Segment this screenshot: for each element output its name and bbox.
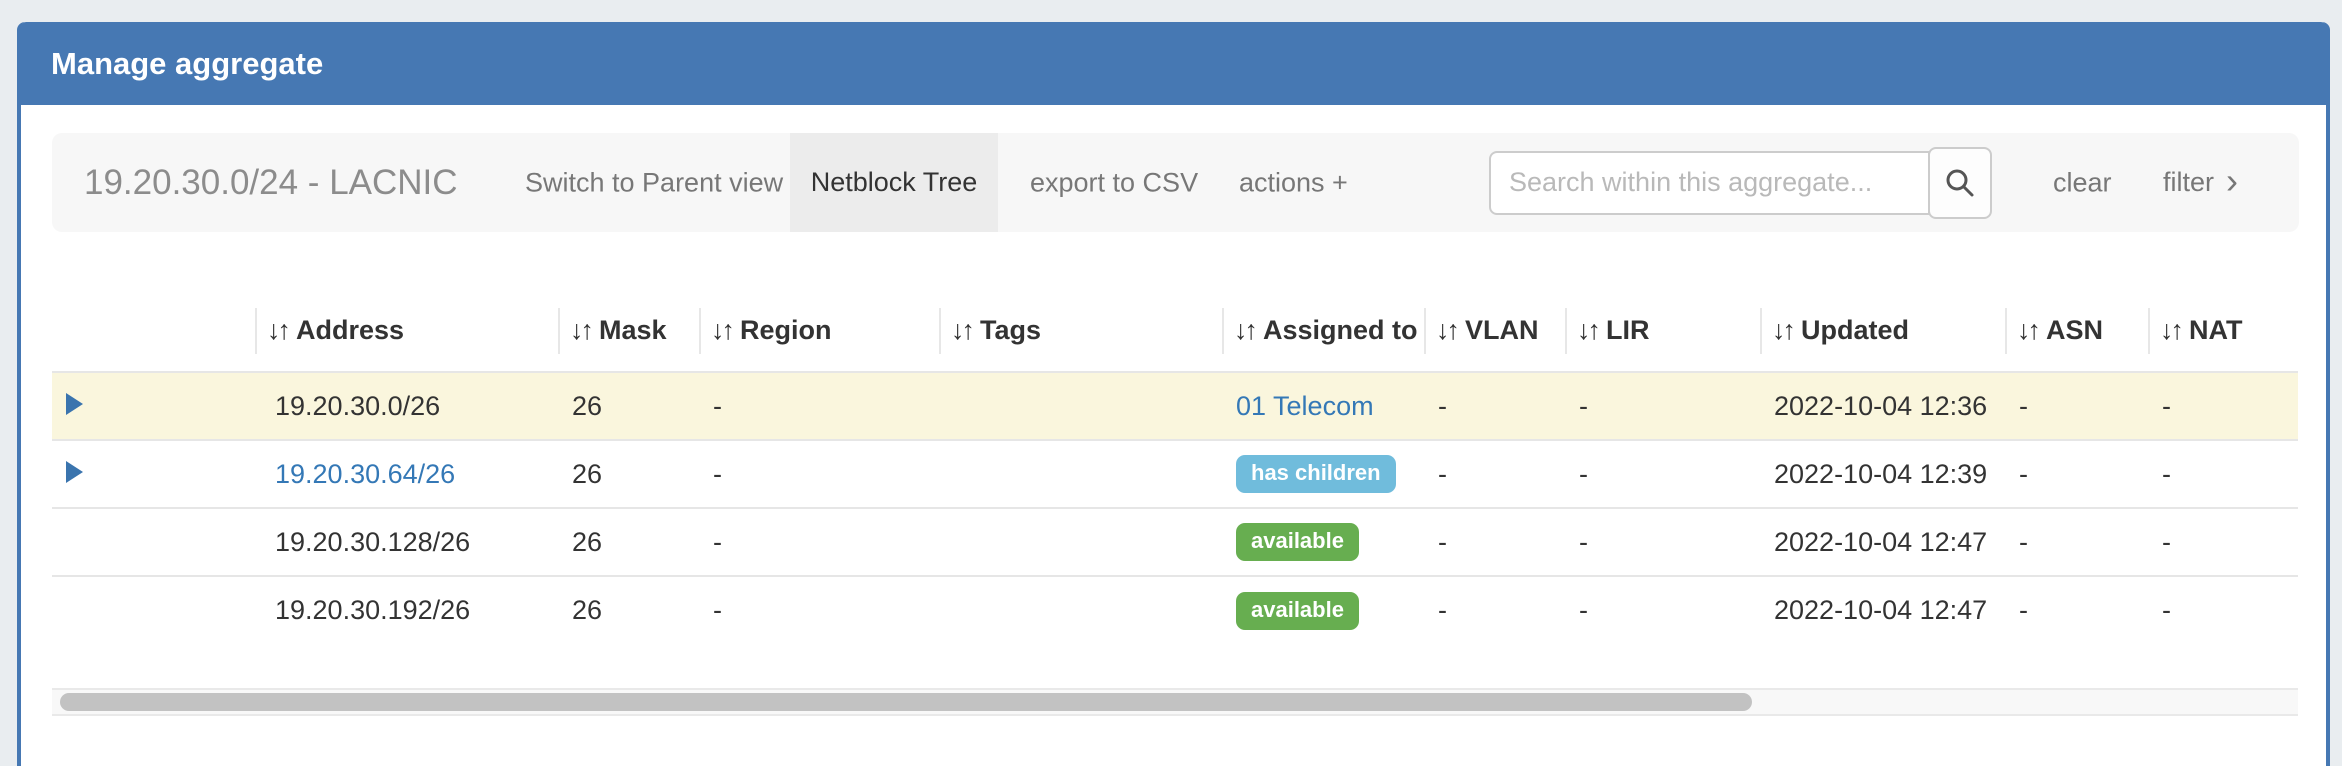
- toolbar: 19.20.30.0/24 - LACNIC Switch to Parent …: [52, 133, 2299, 232]
- cell-lir: -: [1565, 576, 1760, 644]
- column-header-updated[interactable]: ↓↑ Updated: [1760, 290, 2005, 372]
- search-group: [1489, 147, 1992, 219]
- column-header-nat[interactable]: ↓↑ NAT: [2148, 290, 2298, 372]
- expand-row-icon[interactable]: [66, 461, 83, 483]
- table-row: 19.20.30.192/26 26 - available - - 2022-…: [52, 576, 2298, 644]
- sort-icon: ↓↑: [2017, 315, 2038, 345]
- cell-mask: 26: [558, 576, 699, 644]
- cell-vlan: -: [1424, 440, 1565, 508]
- sort-icon: ↓↑: [1234, 315, 1255, 345]
- horizontal-scrollbar-thumb[interactable]: [60, 693, 1752, 711]
- column-header-label: Updated: [1801, 315, 1909, 345]
- actions-menu-button[interactable]: actions +: [1239, 167, 1348, 198]
- cell-address: 19.20.30.192/26: [255, 576, 558, 644]
- cell-lir: -: [1565, 372, 1760, 440]
- netblock-tree-tab[interactable]: Netblock Tree: [790, 133, 998, 232]
- cell-asn: -: [2005, 576, 2148, 644]
- chevron-right-icon: ›: [2226, 163, 2238, 199]
- sort-icon: ↓↑: [711, 315, 732, 345]
- cell-updated: 2022-10-04 12:47: [1760, 576, 2005, 644]
- cell-region: -: [699, 372, 939, 440]
- available-badge: available: [1236, 592, 1359, 630]
- column-header-address[interactable]: ↓↑ Address: [255, 290, 558, 372]
- search-button[interactable]: [1928, 147, 1992, 219]
- cell-nat: -: [2148, 372, 2298, 440]
- cell-mask: 26: [558, 508, 699, 576]
- column-header-tags[interactable]: ↓↑ Tags: [939, 290, 1222, 372]
- sort-icon: ↓↑: [951, 315, 972, 345]
- page-title: Manage aggregate: [51, 46, 323, 82]
- column-header-asn[interactable]: ↓↑ ASN: [2005, 290, 2148, 372]
- cell-asn: -: [2005, 440, 2148, 508]
- aggregate-title: 19.20.30.0/24 - LACNIC: [84, 163, 458, 203]
- cell-address: 19.20.30.128/26: [255, 508, 558, 576]
- cell-region: -: [699, 508, 939, 576]
- cell-tags: [939, 508, 1222, 576]
- cell-updated: 2022-10-04 12:47: [1760, 508, 2005, 576]
- sort-icon: ↓↑: [1436, 315, 1457, 345]
- column-header-vlan[interactable]: ↓↑ VLAN: [1424, 290, 1565, 372]
- cell-mask: 26: [558, 440, 699, 508]
- cell-tags: [939, 440, 1222, 508]
- column-header-region[interactable]: ↓↑ Region: [699, 290, 939, 372]
- cell-lir: -: [1565, 508, 1760, 576]
- cell-region: -: [699, 576, 939, 644]
- column-header-label: Mask: [599, 315, 667, 345]
- column-header-mask[interactable]: ↓↑ Mask: [558, 290, 699, 372]
- switch-to-parent-view-button[interactable]: Switch to Parent view: [525, 167, 783, 198]
- filter-button[interactable]: filter ›: [2163, 165, 2238, 201]
- available-badge: available: [1236, 523, 1359, 561]
- address-link[interactable]: 19.20.30.64/26: [275, 459, 455, 489]
- cell-region: -: [699, 440, 939, 508]
- filter-button-label: filter: [2163, 167, 2214, 198]
- cell-nat: -: [2148, 508, 2298, 576]
- assigned-to-link[interactable]: 01 Telecom: [1236, 391, 1374, 421]
- cell-updated: 2022-10-04 12:36: [1760, 372, 2005, 440]
- cell-asn: -: [2005, 508, 2148, 576]
- column-header-label: Tags: [980, 315, 1041, 345]
- manage-aggregate-panel: Manage aggregate 19.20.30.0/24 - LACNIC …: [17, 22, 2330, 766]
- cell-vlan: -: [1424, 508, 1565, 576]
- column-header-label: Assigned to: [1263, 315, 1418, 345]
- column-header-label: ASN: [2046, 315, 2103, 345]
- table-row: 19.20.30.128/26 26 - available - - 2022-…: [52, 508, 2298, 576]
- search-icon: [1943, 166, 1977, 200]
- cell-updated: 2022-10-04 12:39: [1760, 440, 2005, 508]
- column-header-label: VLAN: [1465, 315, 1539, 345]
- expand-row-icon[interactable]: [66, 393, 83, 415]
- sort-icon: ↓↑: [570, 315, 591, 345]
- cell-tags: [939, 372, 1222, 440]
- cell-nat: -: [2148, 576, 2298, 644]
- cell-vlan: -: [1424, 372, 1565, 440]
- column-header-label: NAT: [2189, 315, 2243, 345]
- sort-icon: ↓↑: [1772, 315, 1793, 345]
- cell-nat: -: [2148, 440, 2298, 508]
- column-header-lir[interactable]: ↓↑ LIR: [1565, 290, 1760, 372]
- cell-vlan: -: [1424, 576, 1565, 644]
- cell-tags: [939, 576, 1222, 644]
- column-header-label: Region: [740, 315, 832, 345]
- column-header-label: Address: [296, 315, 404, 345]
- netblock-table: ↓↑ Address ↓↑ Mask ↓↑ Region ↓↑ Tags ↓↑ Assig…: [52, 290, 2298, 644]
- column-header-assigned-to[interactable]: ↓↑ Assigned to: [1222, 290, 1424, 372]
- has-children-badge: has children: [1236, 455, 1396, 493]
- sort-icon: ↓↑: [267, 315, 288, 345]
- clear-button[interactable]: clear: [2053, 167, 2112, 198]
- expander-column-header: [52, 290, 255, 372]
- cell-address: 19.20.30.0/26: [255, 372, 558, 440]
- sort-icon: ↓↑: [1577, 315, 1598, 345]
- panel-header: Manage aggregate: [21, 22, 2326, 105]
- table-header-row: ↓↑ Address ↓↑ Mask ↓↑ Region ↓↑ Tags ↓↑ Assig…: [52, 290, 2298, 372]
- horizontal-scrollbar-track[interactable]: [52, 688, 2298, 716]
- cell-mask: 26: [558, 372, 699, 440]
- column-header-label: LIR: [1606, 315, 1650, 345]
- table-row: 19.20.30.64/26 26 - has children - - 202…: [52, 440, 2298, 508]
- cell-lir: -: [1565, 440, 1760, 508]
- sort-icon: ↓↑: [2160, 315, 2181, 345]
- export-to-csv-button[interactable]: export to CSV: [1030, 167, 1198, 198]
- table-row: 19.20.30.0/26 26 - 01 Telecom - - 2022-1…: [52, 372, 2298, 440]
- cell-asn: -: [2005, 372, 2148, 440]
- search-input[interactable]: [1489, 151, 1930, 215]
